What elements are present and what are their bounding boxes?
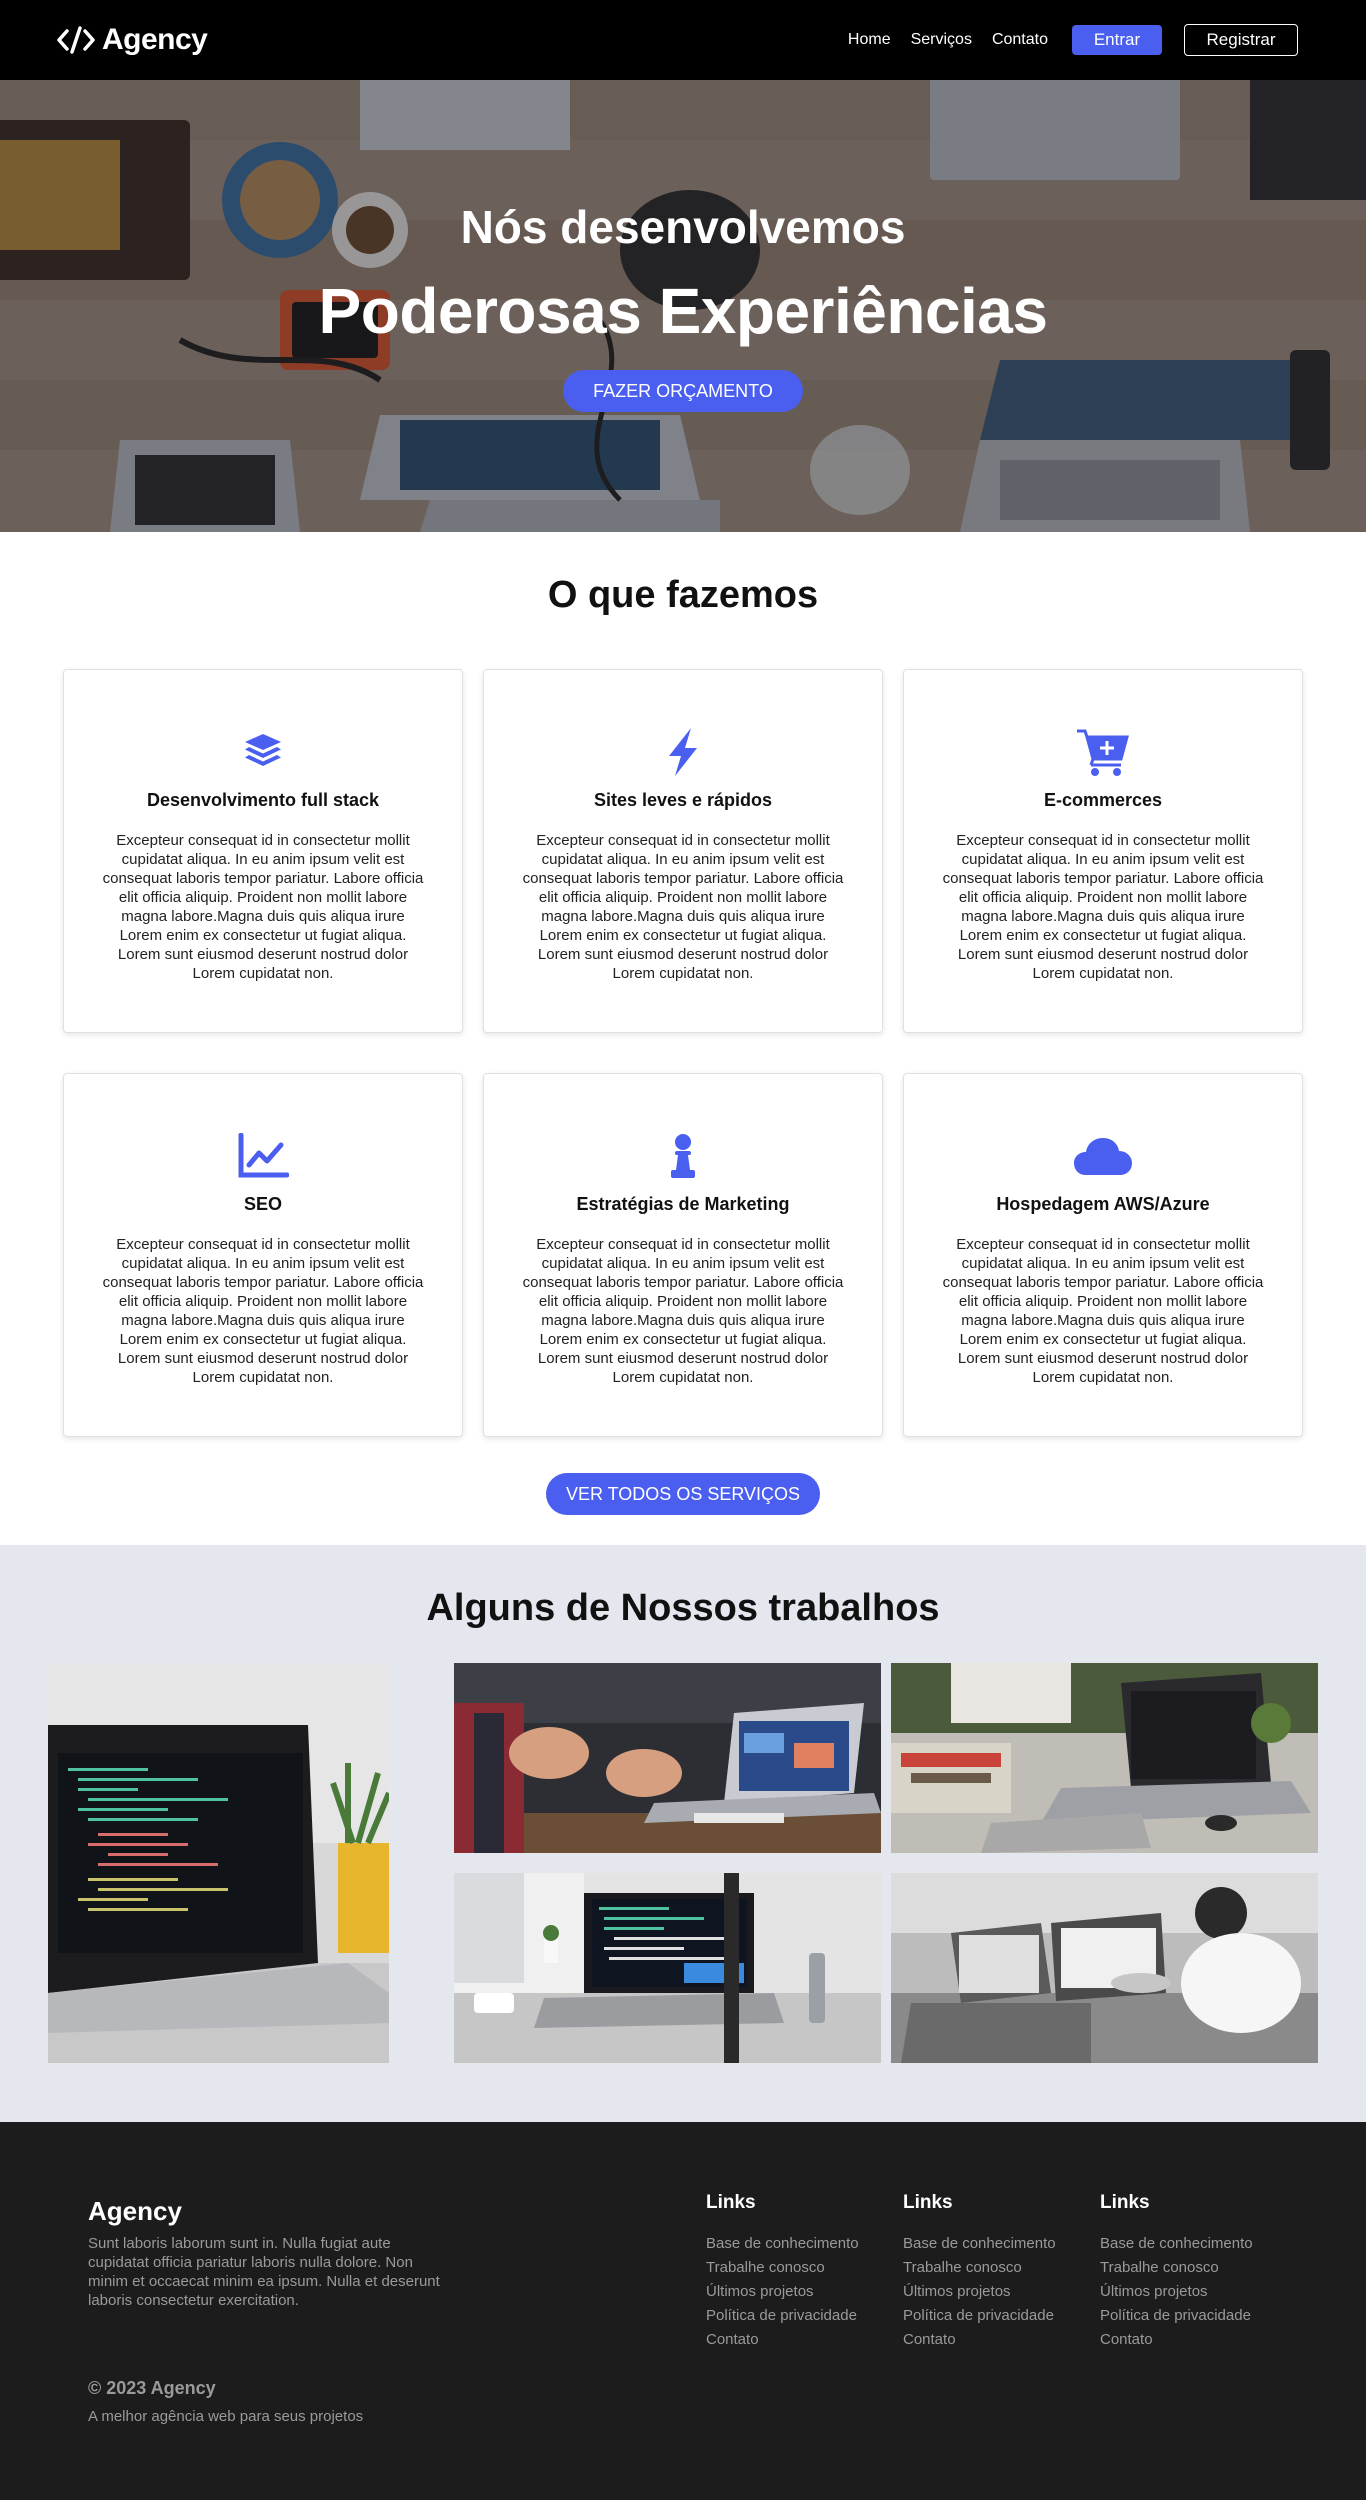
cloud-icon (942, 1130, 1264, 1182)
footer-link-latest-projects[interactable]: Últimos projetos (903, 2280, 1056, 2304)
quote-button[interactable]: FAZER ORÇAMENTO (563, 370, 803, 412)
service-description: Excepteur consequat id in consectetur mo… (102, 1236, 424, 1386)
brand-logo[interactable]: Agency (56, 23, 208, 57)
nav-link-contato[interactable]: Contato (992, 31, 1048, 49)
footer-tagline: A melhor agência web para seus projetos (88, 2408, 364, 2425)
footer-link-knowledge-base[interactable]: Base de conhecimento (903, 2232, 1056, 2256)
layers-icon (102, 726, 424, 778)
chart-line-icon (102, 1130, 424, 1182)
services-title: O que fazemos (547, 574, 819, 616)
footer-link-careers[interactable]: Trabalhe conosco (903, 2256, 1056, 2280)
nav-menu: Home Serviços Contato Entrar Registrar (828, 24, 1298, 56)
footer-link-careers[interactable]: Trabalhe conosco (706, 2256, 859, 2280)
footer-link-privacy-policy[interactable]: Política de privacidade (1100, 2304, 1253, 2328)
footer-link-contact[interactable]: Contato (903, 2328, 1056, 2352)
cart-plus-icon (942, 726, 1264, 778)
service-card-ecommerce: E-commerces Excepteur consequat id in co… (903, 669, 1303, 1033)
service-description: Excepteur consequat id in consectetur mo… (522, 1236, 844, 1386)
service-title: Hospedagem AWS/Azure (996, 1194, 1210, 1214)
code-icon (57, 26, 95, 54)
service-description: Excepteur consequat id in consectetur mo… (942, 832, 1264, 982)
service-card-marketing: Estratégias de Marketing Excepteur conse… (483, 1073, 883, 1437)
hero-section: Nós desenvolvemos Poderosas Experiências… (0, 80, 1366, 532)
view-all-services-button[interactable]: VER TODOS OS SERVIÇOS (545, 1473, 821, 1515)
register-button[interactable]: Registrar (1184, 24, 1298, 56)
footer-description: Sunt laboris laborum sunt in. Nulla fugi… (88, 2235, 440, 2309)
service-title: Sites leves e rápidos (593, 790, 773, 810)
service-title: Desenvolvimento full stack (146, 790, 380, 810)
footer-brand: Agency (88, 2196, 182, 2226)
footer-links-column-3: Links Base de conhecimento Trabalhe cono… (1100, 2192, 1253, 2352)
work-image-desk-laptop[interactable] (891, 1663, 1318, 1853)
footer-link-latest-projects[interactable]: Últimos projetos (1100, 2280, 1253, 2304)
footer-link-privacy-policy[interactable]: Política de privacidade (706, 2304, 859, 2328)
footer-link-knowledge-base[interactable]: Base de conhecimento (706, 2232, 859, 2256)
service-title: SEO (243, 1194, 282, 1214)
service-description: Excepteur consequat id in consectetur mo… (942, 1236, 1264, 1386)
service-title: E-commerces (1043, 790, 1163, 810)
footer-link-contact[interactable]: Contato (1100, 2328, 1253, 2352)
hero-title: Poderosas Experiências (318, 275, 1048, 347)
bolt-icon (522, 726, 844, 778)
hero-content: Nós desenvolvemos Poderosas Experiências… (0, 80, 1366, 412)
footer-link-careers[interactable]: Trabalhe conosco (1100, 2256, 1253, 2280)
footer-copyright: © 2023 Agency (88, 2378, 216, 2398)
chess-pawn-icon (522, 1130, 844, 1182)
work-image-meeting[interactable] (454, 1663, 881, 1853)
work-image-bw-workspace[interactable] (891, 1873, 1318, 2063)
footer-link-privacy-policy[interactable]: Política de privacidade (903, 2304, 1056, 2328)
brand-name: Agency (102, 23, 208, 56)
work-image-laptop-code[interactable] (48, 1663, 389, 2063)
nav-link-home[interactable]: Home (848, 31, 891, 49)
footer-column-title: Links (1100, 2192, 1150, 2213)
service-title: Estratégias de Marketing (576, 1194, 790, 1214)
service-card-seo: SEO Excepteur consequat id in consectetu… (63, 1073, 463, 1437)
footer-column-title: Links (706, 2192, 756, 2213)
work-image-code-window[interactable] (454, 1873, 881, 2063)
footer-links-column-2: Links Base de conhecimento Trabalhe cono… (903, 2192, 1056, 2352)
footer-link-latest-projects[interactable]: Últimos projetos (706, 2280, 859, 2304)
service-card-hosting: Hospedagem AWS/Azure Excepteur consequat… (903, 1073, 1303, 1437)
hero-subtitle: Nós desenvolvemos (460, 201, 906, 253)
works-section: Alguns de Nossos trabalhos (0, 1545, 1366, 2122)
services-section: O que fazemos Desenvolvimento full stack… (0, 532, 1366, 1545)
service-card-fast-sites: Sites leves e rápidos Excepteur consequa… (483, 669, 883, 1033)
nav-link-servicos[interactable]: Serviços (911, 31, 972, 49)
footer-link-knowledge-base[interactable]: Base de conhecimento (1100, 2232, 1253, 2256)
footer-links-column-1: Links Base de conhecimento Trabalhe cono… (706, 2192, 859, 2352)
service-description: Excepteur consequat id in consectetur mo… (102, 832, 424, 982)
works-title: Alguns de Nossos trabalhos (426, 1587, 940, 1629)
login-button[interactable]: Entrar (1072, 25, 1162, 55)
service-card-fullstack: Desenvolvimento full stack Excepteur con… (63, 669, 463, 1033)
services-cta-wrap: VER TODOS OS SERVIÇOS (0, 1473, 1366, 1545)
footer-link-contact[interactable]: Contato (706, 2328, 859, 2352)
services-grid: Desenvolvimento full stack Excepteur con… (63, 669, 1366, 1437)
footer-column-title: Links (903, 2192, 953, 2213)
top-navbar: Agency Home Serviços Contato Entrar Regi… (0, 0, 1366, 80)
site-footer: Agency Sunt laboris laborum sunt in. Nul… (0, 2122, 1366, 2500)
service-description: Excepteur consequat id in consectetur mo… (522, 832, 844, 982)
